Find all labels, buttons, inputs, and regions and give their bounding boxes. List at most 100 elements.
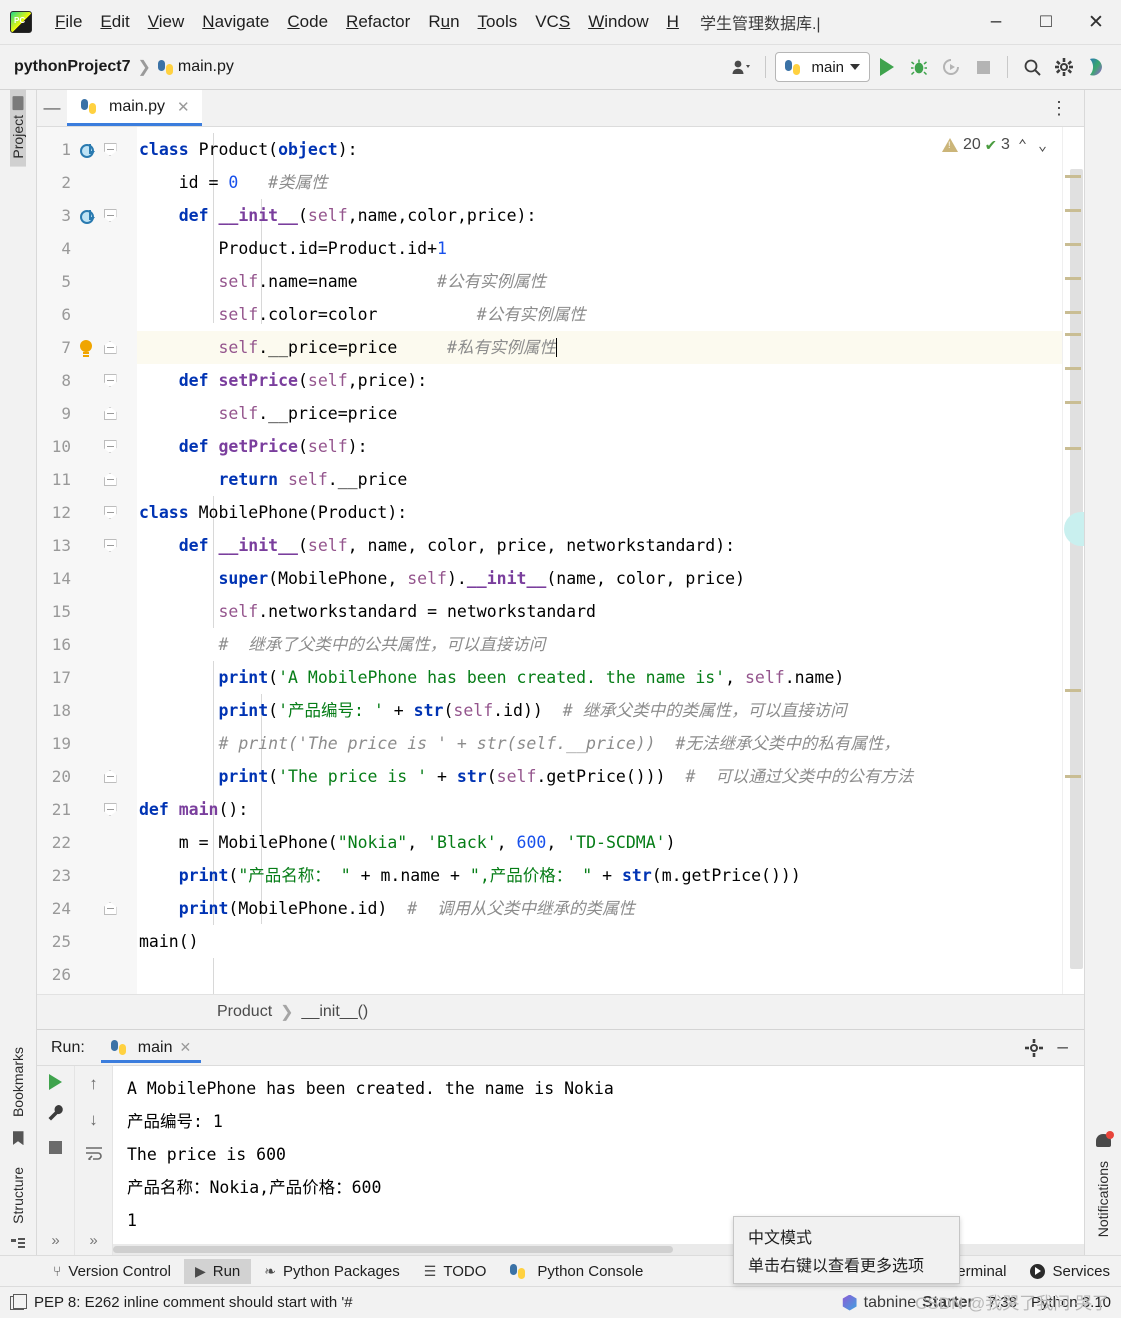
ai-assistant-icon[interactable]: [1081, 52, 1111, 82]
stop-icon: [49, 1141, 62, 1154]
more-actions-icon[interactable]: »: [51, 1232, 59, 1255]
breadcrumb-file[interactable]: main.py: [178, 58, 234, 76]
sidebar-item-bookmarks[interactable]: Bookmarks: [10, 1039, 26, 1125]
search-icon[interactable]: [1017, 52, 1047, 82]
editor-error-stripe[interactable]: [1062, 127, 1084, 994]
sidebar-item-project[interactable]: Project: [10, 90, 26, 167]
interpreter-label[interactable]: Python 3.10: [1031, 1294, 1111, 1311]
hide-tool-window-icon[interactable]: —: [37, 90, 67, 126]
settings-gear-icon[interactable]: [1049, 52, 1079, 82]
menu-vcs[interactable]: VCS: [526, 8, 579, 36]
code-text-area[interactable]: class Product(object): id = 0 #类属性 def _…: [137, 127, 1062, 994]
account-icon[interactable]: [726, 52, 756, 82]
prev-problem-icon[interactable]: ⌃: [1015, 136, 1030, 154]
menu-file[interactable]: File: [46, 8, 91, 36]
fold-icon[interactable]: [103, 539, 117, 552]
hide-panel-icon[interactable]: –: [1051, 1037, 1074, 1059]
notifications-group[interactable]: Notifications: [1095, 1130, 1114, 1245]
editor-scrollbar-thumb[interactable]: [1070, 169, 1083, 969]
fold-icon[interactable]: [103, 803, 117, 816]
breadcrumb-class[interactable]: Product: [217, 1003, 272, 1021]
python-file-icon: [157, 59, 173, 75]
line-number: 15: [51, 602, 71, 621]
tab-services[interactable]: Services: [1019, 1259, 1121, 1284]
fold-icon[interactable]: [103, 407, 117, 420]
run-button[interactable]: [872, 52, 902, 82]
wrench-icon[interactable]: [47, 1104, 65, 1127]
gutter-line: 4: [37, 232, 137, 265]
tab-main-py[interactable]: main.py ✕: [67, 90, 202, 126]
todo-list-icon: ☰: [423, 1262, 437, 1279]
tab-label: TODO: [443, 1262, 487, 1280]
run-panel-header-actions: –: [1019, 1033, 1084, 1063]
copy-icon[interactable]: [10, 1293, 27, 1310]
line-number: 4: [61, 239, 71, 258]
run-method-icon[interactable]: [79, 209, 95, 224]
maximize-button[interactable]: □: [1021, 0, 1071, 44]
gutter-line: 12: [37, 496, 137, 529]
run-class-icon[interactable]: [79, 143, 95, 158]
minimize-button[interactable]: –: [971, 0, 1021, 44]
fold-icon[interactable]: [103, 770, 117, 783]
fold-icon[interactable]: [103, 902, 117, 915]
menu-run[interactable]: Run: [419, 8, 468, 36]
tab-todo[interactable]: ☰ TODO: [413, 1259, 498, 1284]
menu-navigate[interactable]: Navigate: [193, 8, 278, 36]
gutter-line: 22: [37, 826, 137, 859]
gutter-line: 13: [37, 529, 137, 562]
python-run-icon: [110, 1040, 126, 1055]
line-number: 1: [61, 140, 71, 159]
tab-label: Python Packages: [283, 1262, 400, 1280]
menu-help[interactable]: H: [658, 8, 688, 36]
tab-run[interactable]: ▶ Run: [183, 1258, 252, 1284]
tab-version-control[interactable]: ⑂ Version Control: [42, 1259, 182, 1284]
breadcrumb: Product ❯ __init__(): [37, 994, 1084, 1030]
run-configuration-selector[interactable]: main: [775, 52, 870, 82]
rerun-icon[interactable]: [49, 1074, 62, 1090]
tab-python-packages[interactable]: ❧ Python Packages: [253, 1259, 410, 1284]
more-actions-icon-2[interactable]: »: [89, 1232, 97, 1255]
menu-view[interactable]: View: [139, 8, 194, 36]
tab-label: main.py: [109, 97, 166, 115]
caret-position[interactable]: 7:38: [988, 1294, 1017, 1311]
scroll-up-icon[interactable]: ↑: [89, 1074, 98, 1094]
tab-python-console[interactable]: Python Console: [499, 1259, 654, 1284]
menu-window[interactable]: Window: [579, 8, 657, 36]
run-tab-main[interactable]: main ✕: [100, 1033, 202, 1063]
menu-edit[interactable]: Edit: [91, 8, 138, 36]
menu-code[interactable]: Code: [278, 8, 337, 36]
stop-icon: [968, 52, 998, 82]
breadcrumb-method[interactable]: __init__(): [302, 1003, 369, 1021]
editor-more-actions[interactable]: ⋮: [1036, 90, 1084, 126]
tabnine-status[interactable]: tabnine Starter: [842, 1294, 974, 1312]
close-icon[interactable]: ✕: [179, 1039, 191, 1056]
fold-icon[interactable]: [103, 209, 117, 222]
menu-bar: File Edit View Navigate Code Refactor Ru…: [0, 0, 1121, 45]
line-number: 11: [51, 470, 71, 489]
fold-icon[interactable]: [103, 143, 117, 156]
sidebar-item-structure[interactable]: Structure: [10, 1159, 26, 1232]
fold-icon[interactable]: [103, 374, 117, 387]
code-line: print('产品编号: ' + str(self.id)) # 继承父类中的类…: [218, 701, 847, 720]
intention-bulb-icon[interactable]: [80, 339, 92, 356]
gutter-line: 15: [37, 595, 137, 628]
next-problem-icon[interactable]: ⌄: [1035, 136, 1050, 154]
fold-icon[interactable]: [103, 440, 117, 453]
close-icon[interactable]: ✕: [177, 98, 190, 116]
close-button[interactable]: ✕: [1071, 0, 1121, 44]
code-line: m = MobilePhone("Nokia", 'Black', 600, '…: [178, 833, 676, 852]
menu-refactor[interactable]: Refactor: [337, 8, 419, 36]
menu-tools[interactable]: Tools: [469, 8, 527, 36]
debug-icon[interactable]: [904, 52, 934, 82]
sidebar-item-notifications[interactable]: Notifications: [1095, 1153, 1111, 1245]
fold-icon[interactable]: [103, 473, 117, 486]
breadcrumb-project[interactable]: pythonProject7: [14, 58, 130, 76]
ime-mode-tooltip: 中文模式 单击右键以查看更多选项: [733, 1216, 960, 1284]
soft-wrap-icon[interactable]: [85, 1146, 103, 1165]
code-editor: 1 2 3 4 5 6 7 8 9 10 11 12 13 14 15 16 1: [37, 127, 1084, 994]
fold-icon[interactable]: [103, 506, 117, 519]
gutter-line: 14: [37, 562, 137, 595]
gear-icon[interactable]: [1019, 1033, 1049, 1063]
fold-icon[interactable]: [103, 341, 117, 354]
scroll-down-icon[interactable]: ↓: [89, 1110, 98, 1130]
